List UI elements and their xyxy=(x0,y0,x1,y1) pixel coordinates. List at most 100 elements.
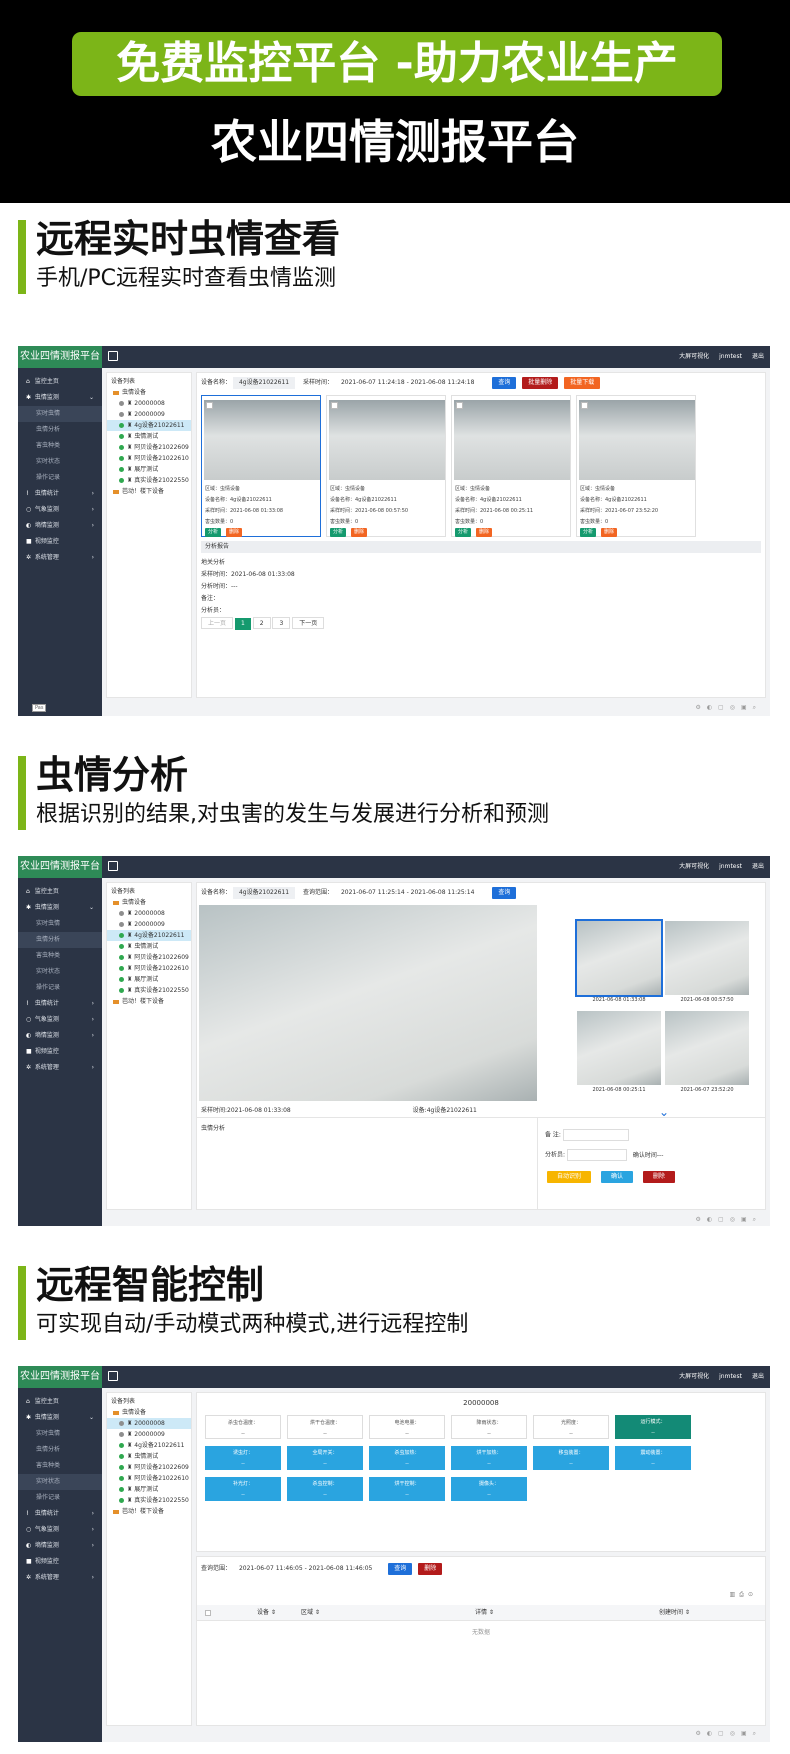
prev-page-button[interactable]: 上一页 xyxy=(201,617,234,629)
tree-device-item[interactable]: ♜ 20000009 xyxy=(107,409,191,420)
control-tile[interactable]: 烘干仓温度： -- xyxy=(287,1415,363,1439)
tree-device-item[interactable]: ♜ 20000009 xyxy=(107,1429,191,1440)
sidebar-item[interactable]: ■ 视频监控 xyxy=(18,1554,102,1570)
control-tile[interactable]: 电池电量： -- xyxy=(369,1415,445,1439)
trap-photo[interactable] xyxy=(579,400,695,480)
tree-device-item[interactable]: ♜ 4g设备21022611 xyxy=(107,930,191,941)
delete-button[interactable]: 删除 xyxy=(642,1171,675,1183)
menu-toggle-icon[interactable] xyxy=(108,351,118,361)
tree-device-item[interactable]: ♜ 4g设备21022611 xyxy=(107,1440,191,1451)
sidebar-item[interactable]: ■ 视频监控 xyxy=(18,1044,102,1060)
card-delete-button[interactable]: 删除 xyxy=(351,528,368,537)
card-checkbox[interactable] xyxy=(331,402,338,409)
link-big-screen[interactable]: 大屏可视化 xyxy=(679,863,709,870)
sidebar-item[interactable]: ✲ 系统管理 › xyxy=(18,1570,102,1586)
trap-photo[interactable] xyxy=(204,400,320,480)
control-tile[interactable]: 移虫装置： -- xyxy=(533,1446,609,1470)
tree-device-item[interactable]: ♜ 展厅测试 xyxy=(107,974,191,985)
sidebar-item[interactable]: 虫情分析 xyxy=(18,1442,102,1458)
time-range-input[interactable]: 2021-06-07 11:24:18 - 2021-06-08 11:24:1… xyxy=(334,377,481,389)
control-tile[interactable]: 运行模式： -- xyxy=(615,1415,691,1439)
tree-device-item[interactable]: ♜ 虫情测试 xyxy=(107,1451,191,1462)
batch-delete-button[interactable]: 批量删除 xyxy=(522,377,559,389)
next-page-button[interactable]: 下一页 xyxy=(292,617,325,629)
query-button[interactable]: 查询 xyxy=(388,1563,413,1575)
tree-device-item[interactable]: ♜ 阿贝设备21022610 xyxy=(107,453,191,464)
capture-card[interactable]: 区域：虫情设备 设备名称：4g设备21022611 采样时间：2021-06-07 … xyxy=(576,395,696,537)
sidebar-item[interactable]: ⌇ 虫情统计 › xyxy=(18,486,102,502)
tree-device-item[interactable]: ♜ 真实设备21022550 xyxy=(107,475,191,486)
sidebar-item[interactable]: ✱ 虫情监测 ⌄ xyxy=(18,900,102,916)
page-2-button[interactable]: 2 xyxy=(252,617,271,629)
sidebar-item[interactable]: 实时虫情 xyxy=(18,916,102,932)
thumbnail[interactable]: 2021-06-08 00:57:50 xyxy=(665,921,749,1011)
sidebar-item[interactable]: 实时虫情 xyxy=(18,406,102,422)
range-input[interactable]: 2021-06-07 11:25:14 - 2021-06-08 11:25:1… xyxy=(334,887,481,899)
sidebar-item[interactable]: ⌂ 监控主页 xyxy=(18,374,102,390)
tree-device-item[interactable]: ♜ 20000009 xyxy=(107,919,191,930)
menu-toggle-icon[interactable] xyxy=(108,1371,118,1381)
sidebar-item[interactable]: ◐ 墒情监测 › xyxy=(18,1028,102,1044)
sidebar-item[interactable]: ✲ 系统管理 › xyxy=(18,550,102,566)
tree-device-item[interactable]: ♜ 20000008 xyxy=(107,398,191,409)
card-checkbox[interactable] xyxy=(456,402,463,409)
tree-root[interactable]: 虫情设备 xyxy=(107,387,191,398)
tree-device-item[interactable]: ♜ 展厅测试 xyxy=(107,1484,191,1495)
tree-root[interactable]: 虫情设备 xyxy=(107,897,191,908)
card-checkbox[interactable] xyxy=(206,402,213,409)
range-input[interactable]: 2021-06-07 11:46:05 - 2021-06-08 11:46:0… xyxy=(232,1563,379,1575)
tree-device-item[interactable]: ♜ 真实设备21022550 xyxy=(107,1495,191,1506)
link-big-screen[interactable]: 大屏可视化 xyxy=(679,353,709,360)
delete-button[interactable]: 删除 xyxy=(418,1563,443,1575)
sidebar-item[interactable]: 害虫种类 xyxy=(18,438,102,454)
col-detail[interactable]: 详情 ⇕ xyxy=(475,1605,494,1621)
sidebar-item[interactable]: ✱ 虫情监测 ⌄ xyxy=(18,1410,102,1426)
thumbnail[interactable]: 2021-06-08 01:33:08 xyxy=(575,919,663,1011)
tree-device-item[interactable]: ♜ 阿贝设备21022610 xyxy=(107,1473,191,1484)
batch-download-button[interactable]: 批量下载 xyxy=(564,377,601,389)
tree-device-item[interactable]: ♜ 20000008 xyxy=(107,908,191,919)
thumbnail[interactable]: 2021-06-07 23:52:20 xyxy=(665,1011,749,1101)
link-logout[interactable]: 退出 xyxy=(752,1373,764,1380)
tree-device-item[interactable]: ♜ 展厅测试 xyxy=(107,464,191,475)
sidebar-item[interactable]: ⌇ 虫情统计 › xyxy=(18,996,102,1012)
confirm-button[interactable]: 确认 xyxy=(600,1171,633,1183)
link-user[interactable]: jnmtest xyxy=(719,1373,742,1380)
sidebar-item[interactable]: 虫情分析 xyxy=(18,422,102,438)
tree-device-item[interactable]: ♜ 阿贝设备21022609 xyxy=(107,442,191,453)
capture-card[interactable]: 区域：虫情设备 设备名称：4g设备21022611 采样时间：2021-06-08 … xyxy=(451,395,571,537)
remark-input[interactable] xyxy=(562,1129,629,1141)
export-icon[interactable]: ⊙ xyxy=(748,1591,757,1598)
sidebar-item[interactable]: ✱ 虫情监测 ⌄ xyxy=(18,390,102,406)
control-tile[interactable]: 补光灯： -- xyxy=(205,1477,281,1501)
link-logout[interactable]: 退出 xyxy=(752,353,764,360)
analyze-button[interactable]: 分析 xyxy=(455,528,472,537)
link-logout[interactable]: 退出 xyxy=(752,863,764,870)
sidebar-item[interactable]: 操作记录 xyxy=(18,980,102,996)
sidebar-item[interactable]: ■ 视频监控 xyxy=(18,534,102,550)
card-delete-button[interactable]: 删除 xyxy=(601,528,618,537)
control-tile[interactable]: 烘干控制： -- xyxy=(369,1477,445,1501)
card-delete-button[interactable]: 删除 xyxy=(226,528,243,537)
tree-device-item[interactable]: ♜ 20000008 xyxy=(107,1418,191,1429)
card-checkbox[interactable] xyxy=(581,402,588,409)
tree-device-item[interactable]: ♜ 阿贝设备21022609 xyxy=(107,952,191,963)
tree-root[interactable]: 虫情设备 xyxy=(107,1407,191,1418)
print-icon[interactable]: ⎙ xyxy=(739,1591,748,1598)
control-tile[interactable]: 诱虫灯： -- xyxy=(205,1446,281,1470)
columns-icon[interactable]: ▥ xyxy=(729,1591,739,1598)
sidebar-item[interactable]: ◐ 墒情监测 › xyxy=(18,1538,102,1554)
analyze-button[interactable]: 分析 xyxy=(205,528,222,537)
link-big-screen[interactable]: 大屏可视化 xyxy=(679,1373,709,1380)
select-all-checkbox[interactable] xyxy=(205,1610,211,1616)
control-tile[interactable]: 杀虫仓温度： -- xyxy=(205,1415,281,1439)
page-3-button[interactable]: 3 xyxy=(272,617,291,629)
card-delete-button[interactable]: 删除 xyxy=(476,528,493,537)
capture-card[interactable]: 区域：虫情设备 设备名称：4g设备21022611 采样时间：2021-06-08 … xyxy=(326,395,446,537)
tree-device-item[interactable]: ♜ 真实设备21022550 xyxy=(107,985,191,996)
sidebar-item[interactable]: ○ 气象监测 › xyxy=(18,1522,102,1538)
query-button[interactable]: 查询 xyxy=(492,377,517,389)
link-user[interactable]: jnmtest xyxy=(719,863,742,870)
sidebar-item[interactable]: ⌂ 监控主页 xyxy=(18,884,102,900)
trap-photo[interactable] xyxy=(454,400,570,480)
